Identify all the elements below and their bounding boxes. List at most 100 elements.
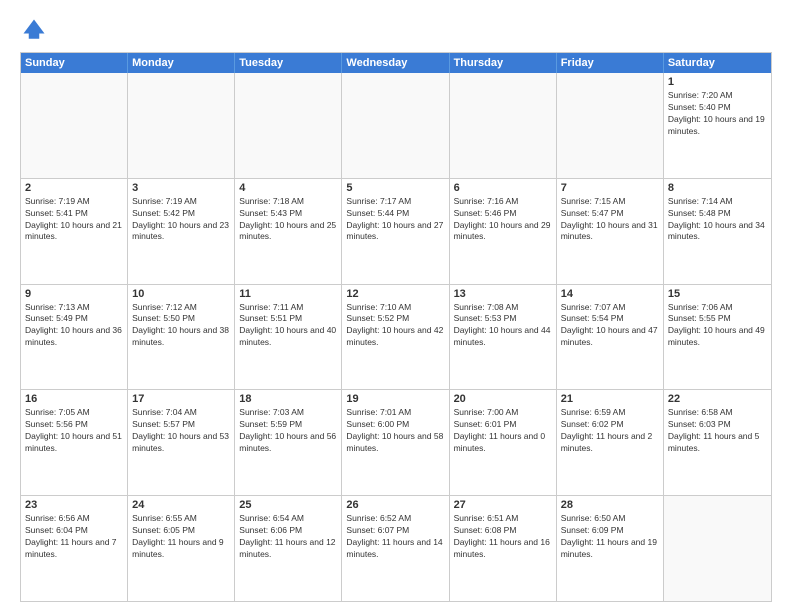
day-info: Sunrise: 7:16 AM Sunset: 5:46 PM Dayligh… xyxy=(454,196,552,244)
day-info: Sunrise: 7:08 AM Sunset: 5:53 PM Dayligh… xyxy=(454,302,552,350)
day-cell-16: 16 Sunrise: 7:05 AM Sunset: 5:56 PM Dayli… xyxy=(21,390,128,495)
day-number: 4 xyxy=(239,182,337,194)
day-number: 9 xyxy=(25,288,123,300)
day-number: 20 xyxy=(454,393,552,405)
day-cell-26: 26 Sunrise: 6:52 AM Sunset: 6:07 PM Dayli… xyxy=(342,496,449,601)
day-cell-8: 8 Sunrise: 7:14 AM Sunset: 5:48 PM Daylig… xyxy=(664,179,771,284)
day-number: 1 xyxy=(668,76,767,88)
day-info: Sunrise: 7:12 AM Sunset: 5:50 PM Dayligh… xyxy=(132,302,230,350)
day-cell-empty xyxy=(557,73,664,178)
day-number: 10 xyxy=(132,288,230,300)
day-info: Sunrise: 6:54 AM Sunset: 6:06 PM Dayligh… xyxy=(239,513,337,561)
day-cell-4: 4Sunrise: 7:18 AM Sunset: 5:43 PM Daylig… xyxy=(235,179,342,284)
day-number: 17 xyxy=(132,393,230,405)
day-cell-18: 18 Sunrise: 7:03 AM Sunset: 5:59 PM Dayli… xyxy=(235,390,342,495)
day-number: 27 xyxy=(454,499,552,511)
day-cell-12: 12 Sunrise: 7:10 AM Sunset: 5:52 PM Dayli… xyxy=(342,285,449,390)
day-cell-7: 7 Sunrise: 7:15 AM Sunset: 5:47 PM Daylig… xyxy=(557,179,664,284)
day-cell-11: 11Sunrise: 7:11 AM Sunset: 5:51 PM Dayli… xyxy=(235,285,342,390)
header xyxy=(20,16,772,44)
calendar-week-1: 2 Sunrise: 7:19 AM Sunset: 5:41 PM Daylig… xyxy=(21,178,771,284)
day-number: 22 xyxy=(668,393,767,405)
day-number: 8 xyxy=(668,182,767,194)
day-cell-22: 22 Sunrise: 6:58 AM Sunset: 6:03 PM Dayli… xyxy=(664,390,771,495)
day-number: 24 xyxy=(132,499,230,511)
day-info: Sunrise: 7:01 AM Sunset: 6:00 PM Dayligh… xyxy=(346,407,444,455)
day-number: 7 xyxy=(561,182,659,194)
day-info: Sunrise: 6:52 AM Sunset: 6:07 PM Dayligh… xyxy=(346,513,444,561)
day-cell-2: 2 Sunrise: 7:19 AM Sunset: 5:41 PM Daylig… xyxy=(21,179,128,284)
header-cell-thursday: Thursday xyxy=(450,53,557,73)
day-number: 6 xyxy=(454,182,552,194)
day-cell-19: 19 Sunrise: 7:01 AM Sunset: 6:00 PM Dayli… xyxy=(342,390,449,495)
day-info: Sunrise: 7:10 AM Sunset: 5:52 PM Dayligh… xyxy=(346,302,444,350)
calendar-week-0: 1 Sunrise: 7:20 AM Sunset: 5:40 PM Daylig… xyxy=(21,73,771,178)
day-cell-6: 6 Sunrise: 7:16 AM Sunset: 5:46 PM Daylig… xyxy=(450,179,557,284)
day-cell-10: 10 Sunrise: 7:12 AM Sunset: 5:50 PM Dayli… xyxy=(128,285,235,390)
day-info: Sunrise: 7:11 AM Sunset: 5:51 PM Dayligh… xyxy=(239,302,337,350)
header-cell-monday: Monday xyxy=(128,53,235,73)
day-cell-empty xyxy=(235,73,342,178)
logo-icon xyxy=(20,16,48,44)
day-number: 12 xyxy=(346,288,444,300)
day-cell-15: 15Sunrise: 7:06 AM Sunset: 5:55 PM Dayli… xyxy=(664,285,771,390)
day-number: 16 xyxy=(25,393,123,405)
day-cell-empty xyxy=(342,73,449,178)
page: SundayMondayTuesdayWednesdayThursdayFrid… xyxy=(0,0,792,612)
day-cell-17: 17 Sunrise: 7:04 AM Sunset: 5:57 PM Dayli… xyxy=(128,390,235,495)
day-number: 23 xyxy=(25,499,123,511)
day-cell-empty xyxy=(450,73,557,178)
day-info: Sunrise: 7:14 AM Sunset: 5:48 PM Dayligh… xyxy=(668,196,767,244)
day-info: Sunrise: 7:19 AM Sunset: 5:42 PM Dayligh… xyxy=(132,196,230,244)
day-info: Sunrise: 7:07 AM Sunset: 5:54 PM Dayligh… xyxy=(561,302,659,350)
day-number: 14 xyxy=(561,288,659,300)
day-info: Sunrise: 7:06 AM Sunset: 5:55 PM Dayligh… xyxy=(668,302,767,350)
day-number: 26 xyxy=(346,499,444,511)
calendar-week-4: 23 Sunrise: 6:56 AM Sunset: 6:04 PM Dayli… xyxy=(21,495,771,601)
header-cell-friday: Friday xyxy=(557,53,664,73)
calendar-week-2: 9 Sunrise: 7:13 AM Sunset: 5:49 PM Daylig… xyxy=(21,284,771,390)
day-number: 19 xyxy=(346,393,444,405)
day-cell-25: 25 Sunrise: 6:54 AM Sunset: 6:06 PM Dayli… xyxy=(235,496,342,601)
day-info: Sunrise: 7:20 AM Sunset: 5:40 PM Dayligh… xyxy=(668,90,767,138)
day-info: Sunrise: 7:13 AM Sunset: 5:49 PM Dayligh… xyxy=(25,302,123,350)
day-cell-27: 27 Sunrise: 6:51 AM Sunset: 6:08 PM Dayli… xyxy=(450,496,557,601)
day-number: 13 xyxy=(454,288,552,300)
day-info: Sunrise: 7:05 AM Sunset: 5:56 PM Dayligh… xyxy=(25,407,123,455)
day-cell-14: 14 Sunrise: 7:07 AM Sunset: 5:54 PM Dayli… xyxy=(557,285,664,390)
day-cell-9: 9 Sunrise: 7:13 AM Sunset: 5:49 PM Daylig… xyxy=(21,285,128,390)
day-number: 3 xyxy=(132,182,230,194)
day-cell-23: 23 Sunrise: 6:56 AM Sunset: 6:04 PM Dayli… xyxy=(21,496,128,601)
day-cell-3: 3 Sunrise: 7:19 AM Sunset: 5:42 PM Daylig… xyxy=(128,179,235,284)
day-cell-1: 1 Sunrise: 7:20 AM Sunset: 5:40 PM Daylig… xyxy=(664,73,771,178)
day-info: Sunrise: 6:51 AM Sunset: 6:08 PM Dayligh… xyxy=(454,513,552,561)
day-info: Sunrise: 6:59 AM Sunset: 6:02 PM Dayligh… xyxy=(561,407,659,455)
day-cell-24: 24 Sunrise: 6:55 AM Sunset: 6:05 PM Dayli… xyxy=(128,496,235,601)
day-cell-13: 13 Sunrise: 7:08 AM Sunset: 5:53 PM Dayli… xyxy=(450,285,557,390)
day-cell-empty xyxy=(664,496,771,601)
calendar-week-3: 16 Sunrise: 7:05 AM Sunset: 5:56 PM Dayli… xyxy=(21,389,771,495)
header-cell-tuesday: Tuesday xyxy=(235,53,342,73)
day-info: Sunrise: 6:56 AM Sunset: 6:04 PM Dayligh… xyxy=(25,513,123,561)
day-info: Sunrise: 7:04 AM Sunset: 5:57 PM Dayligh… xyxy=(132,407,230,455)
day-number: 2 xyxy=(25,182,123,194)
logo xyxy=(20,16,52,44)
day-info: Sunrise: 7:03 AM Sunset: 5:59 PM Dayligh… xyxy=(239,407,337,455)
day-info: Sunrise: 7:19 AM Sunset: 5:41 PM Dayligh… xyxy=(25,196,123,244)
day-info: Sunrise: 7:15 AM Sunset: 5:47 PM Dayligh… xyxy=(561,196,659,244)
calendar-header: SundayMondayTuesdayWednesdayThursdayFrid… xyxy=(21,53,771,73)
day-cell-5: 5 Sunrise: 7:17 AM Sunset: 5:44 PM Daylig… xyxy=(342,179,449,284)
day-info: Sunrise: 6:55 AM Sunset: 6:05 PM Dayligh… xyxy=(132,513,230,561)
day-cell-empty xyxy=(128,73,235,178)
header-cell-sunday: Sunday xyxy=(21,53,128,73)
day-number: 21 xyxy=(561,393,659,405)
day-number: 18 xyxy=(239,393,337,405)
day-cell-21: 21 Sunrise: 6:59 AM Sunset: 6:02 PM Dayli… xyxy=(557,390,664,495)
day-number: 5 xyxy=(346,182,444,194)
day-info: Sunrise: 6:58 AM Sunset: 6:03 PM Dayligh… xyxy=(668,407,767,455)
day-number: 25 xyxy=(239,499,337,511)
day-info: Sunrise: 7:00 AM Sunset: 6:01 PM Dayligh… xyxy=(454,407,552,455)
day-info: Sunrise: 7:17 AM Sunset: 5:44 PM Dayligh… xyxy=(346,196,444,244)
day-number: 28 xyxy=(561,499,659,511)
calendar: SundayMondayTuesdayWednesdayThursdayFrid… xyxy=(20,52,772,602)
